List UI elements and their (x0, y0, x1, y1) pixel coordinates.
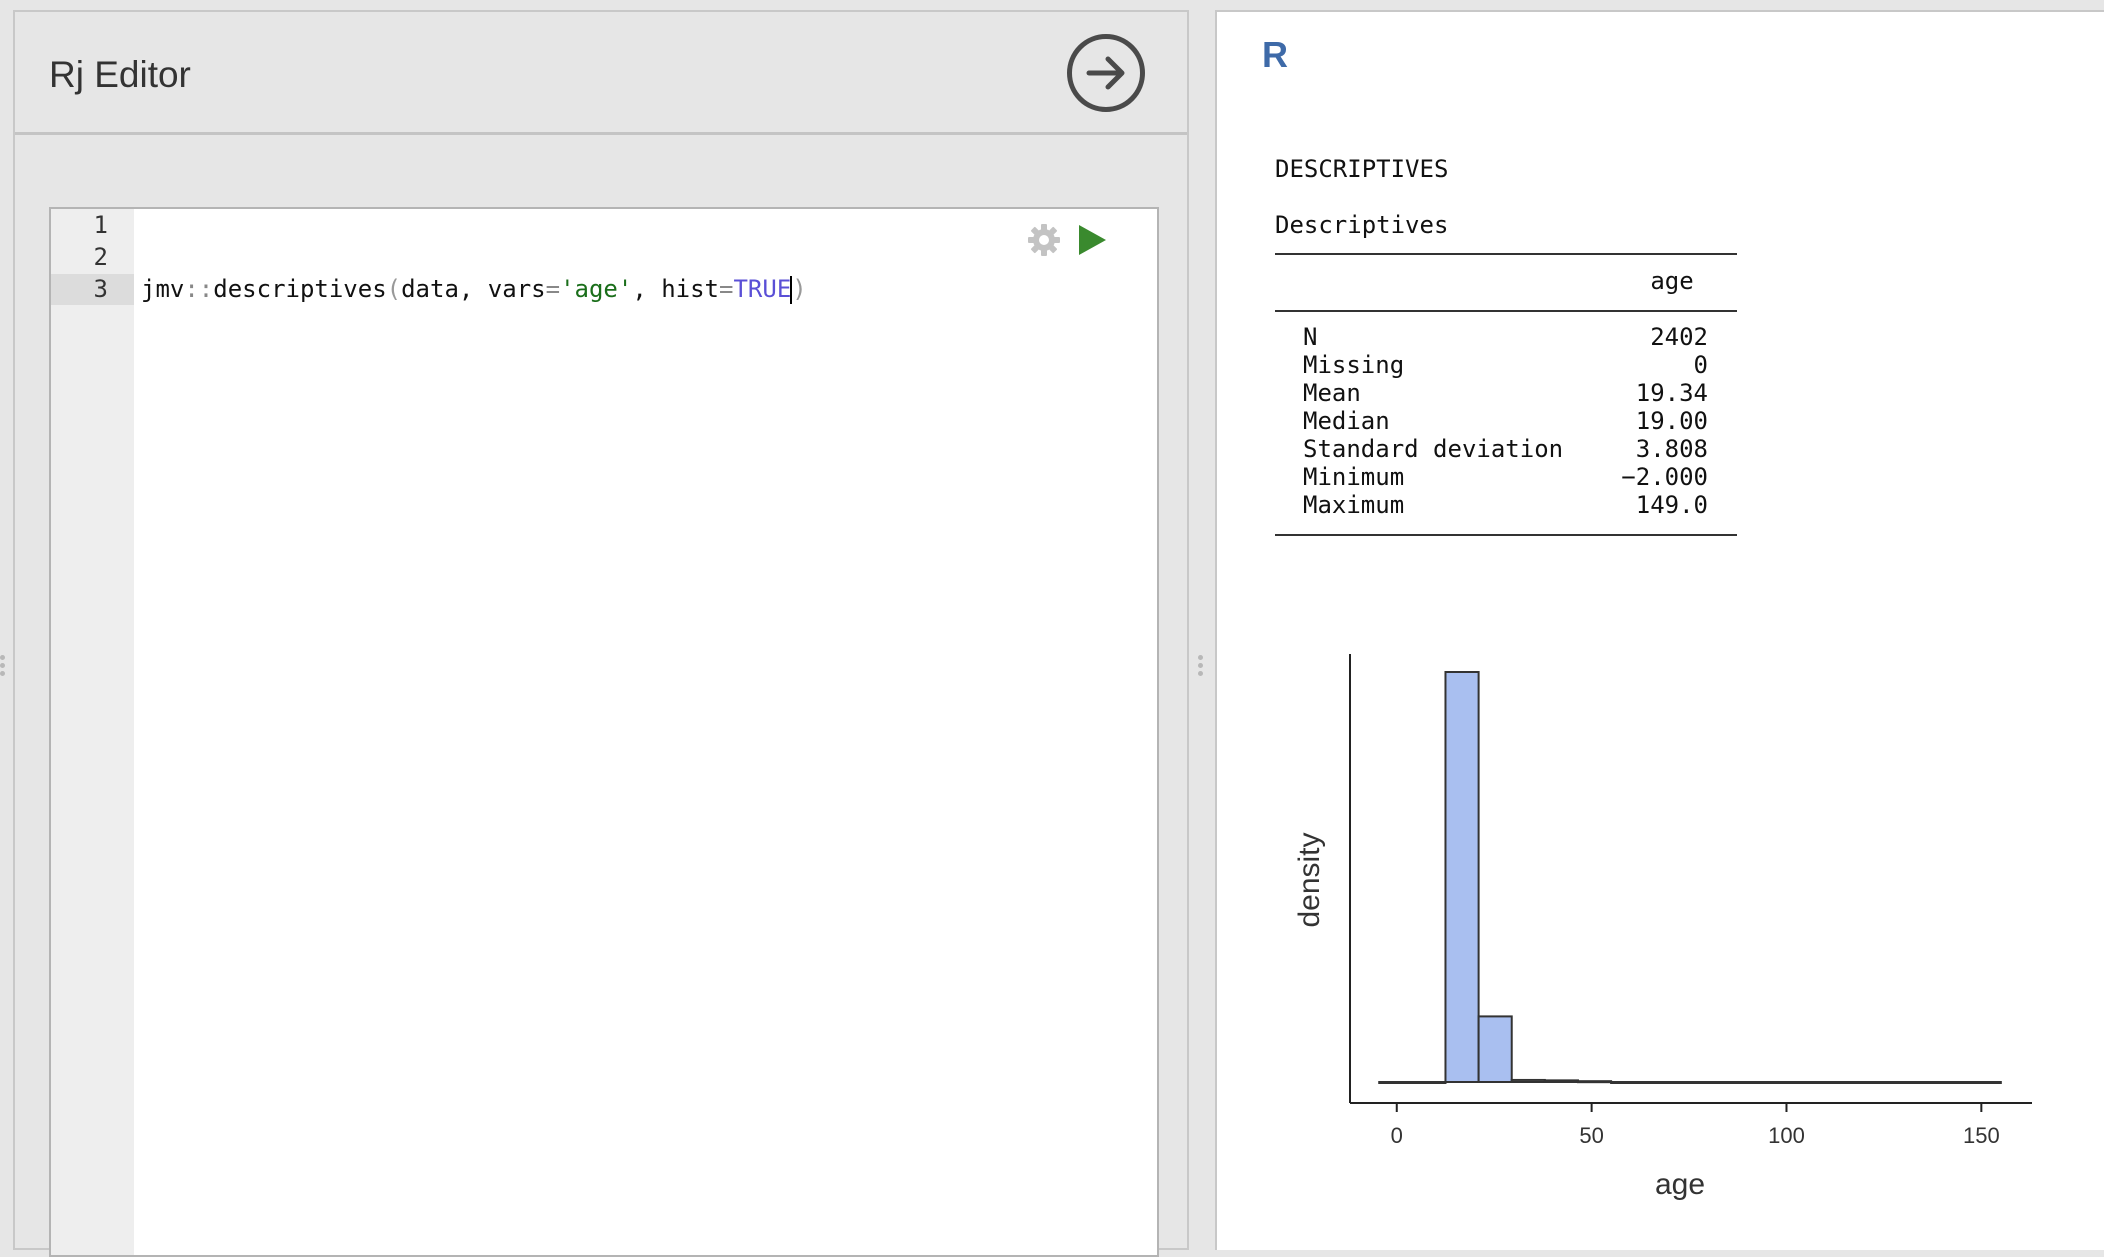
histogram-bar (1510, 1078, 1546, 1083)
line-number-gutter (51, 209, 134, 1255)
splitter-handle[interactable] (1198, 652, 1204, 682)
line-number: 2 (93, 243, 108, 271)
code-token-paren: ) (792, 275, 807, 303)
histogram-bar (1610, 1081, 2002, 1084)
x-axis-label: age (1655, 1168, 1705, 1201)
histogram-chart: 0 50 100 150 age density (1293, 654, 2032, 1201)
splitter-handle[interactable] (0, 652, 6, 682)
gear-icon[interactable] (1026, 222, 1062, 258)
code-token-op: = (719, 275, 734, 303)
line-number: 3 (93, 275, 108, 303)
code-token-bool: TRUE (733, 275, 792, 303)
code-editor[interactable]: 1 2 3 jmv::descriptives(data, vars='age'… (49, 207, 1159, 1257)
histogram-bar (1477, 1015, 1513, 1084)
x-tick-label: 50 (1579, 1123, 1603, 1148)
histogram-bar (1444, 671, 1480, 1083)
play-icon[interactable] (1076, 223, 1108, 257)
line-number: 1 (93, 211, 108, 239)
histogram-bar (1543, 1079, 1579, 1083)
histogram-bar (1576, 1080, 1613, 1084)
code-token-args: data, vars (401, 275, 546, 303)
code-token-args: , hist (632, 275, 720, 303)
editor-title: Rj Editor (49, 54, 191, 95)
editor-header: Rj Editor (15, 12, 1187, 135)
code-token-fn: descriptives (213, 275, 387, 303)
code-token-op: = (545, 275, 561, 303)
arrow-right-circle-icon[interactable] (1067, 34, 1145, 112)
code-token-paren: ( (386, 275, 402, 303)
editor-panel: Rj Editor 1 2 3 jmv::descriptives(data, … (13, 10, 1189, 1257)
x-tick-label: 100 (1768, 1123, 1805, 1148)
code-token-ns: jmv (141, 275, 185, 303)
code-token-string: 'age' (560, 275, 633, 303)
histogram-bar (1378, 1081, 1447, 1084)
x-tick-label: 150 (1963, 1123, 2000, 1148)
code-line[interactable]: jmv::descriptives(data, vars='age', hist… (141, 274, 807, 305)
code-token-op: :: (184, 275, 214, 303)
x-tick-label: 0 (1391, 1123, 1403, 1148)
y-axis-label: density (1293, 832, 1326, 927)
results-panel: R DESCRIPTIVES Descriptives age N 2402 M… (1215, 10, 2104, 1250)
